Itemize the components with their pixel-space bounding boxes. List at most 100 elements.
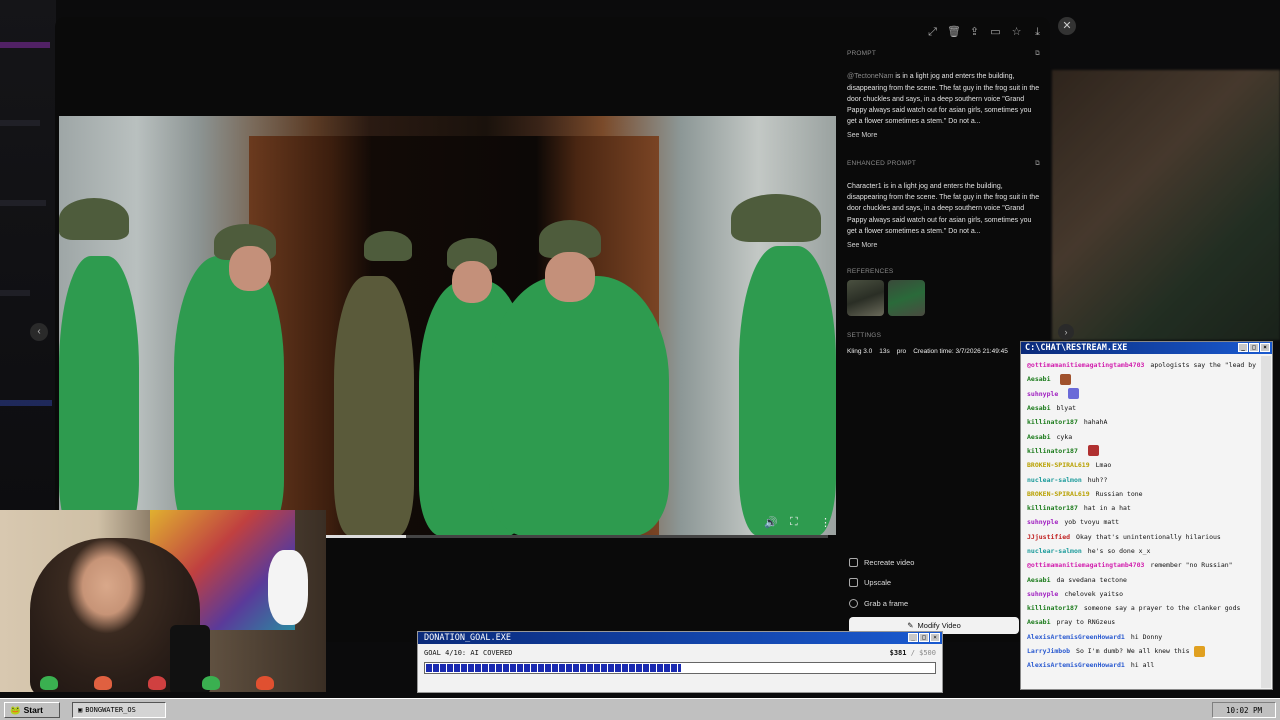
start-button[interactable]: 🐸 Start — [4, 702, 60, 718]
see-more-prompt[interactable]: See More — [847, 130, 1040, 141]
frog-soldier-large — [489, 276, 669, 535]
modal-toolbar: ⤢ 🗑 ⇪ ▭ ☆ ⤓ — [926, 26, 1044, 39]
donation-amount: $381 / $500 — [890, 649, 936, 657]
see-more-enhanced[interactable]: See More — [847, 240, 1040, 251]
more-icon[interactable]: ⋮ — [820, 516, 831, 529]
expand-icon[interactable]: ⤢ — [926, 26, 939, 39]
fullscreen-icon[interactable]: ⛶ — [790, 516, 798, 529]
prompt-body: is in a light jog and enters the buildin… — [847, 73, 1040, 126]
donation-target: / $500 — [906, 649, 936, 657]
chat-username[interactable]: LarryJimbob — [1027, 647, 1070, 655]
taskbar-item[interactable]: ▣ BONGWATER_OS — [72, 702, 166, 718]
folder-icon[interactable]: ▭ — [989, 26, 1002, 39]
trash-icon[interactable]: 🗑 — [947, 26, 961, 39]
chat-username[interactable]: nuclear-salmon — [1027, 547, 1082, 555]
close-window-button[interactable]: × — [930, 633, 940, 642]
chat-message: killinator187 hat in a hat — [1027, 501, 1258, 515]
chat-message: Aesabi cyka — [1027, 429, 1258, 443]
setting-model: Kling 3.0 — [847, 347, 873, 355]
chat-username[interactable]: AlexisArtemisGreenHoward1 — [1027, 633, 1125, 641]
grab-frame-button[interactable]: Grab a frame — [849, 593, 914, 614]
chat-username[interactable]: JJjustified — [1027, 533, 1070, 541]
chat-message: suhnyple chelovek yaitso — [1027, 587, 1258, 601]
chat-text: Russian tone — [1095, 489, 1143, 498]
chat-text: apologists say the "lead by a pig story"… — [1150, 361, 1258, 370]
setting-tier: pro — [896, 347, 907, 355]
minimize-button[interactable]: _ — [1238, 343, 1248, 352]
webcam-overlay — [0, 510, 326, 692]
chat-username[interactable]: BROKEN-SPIRAL619 — [1027, 461, 1090, 469]
setting-duration: 13s — [879, 347, 890, 355]
download-icon[interactable]: ⤓ — [1031, 26, 1044, 39]
chat-username[interactable]: Aesabi — [1027, 433, 1050, 441]
close-window-button[interactable]: × — [1260, 343, 1270, 352]
maximize-button[interactable]: □ — [919, 633, 929, 642]
chat-username[interactable]: Aesabi — [1027, 404, 1050, 412]
chat-username[interactable]: AlexisArtemisGreenHoward1 — [1027, 661, 1125, 669]
chat-username[interactable]: BROKEN-SPIRAL619 — [1027, 490, 1090, 498]
volume-icon[interactable]: 🔊 — [764, 516, 778, 529]
helmet — [731, 194, 821, 242]
chat-username[interactable]: suhnyple — [1027, 590, 1058, 598]
donation-title-bar[interactable]: DONATION_GOAL.EXE _ □ × — [418, 632, 942, 644]
chat-text: blyat — [1056, 404, 1077, 413]
frog-soldier — [59, 256, 139, 535]
video-progress-bar[interactable] — [326, 535, 828, 538]
previous-button[interactable]: ‹ — [30, 323, 48, 341]
upscale-button[interactable]: Upscale — [849, 573, 914, 594]
chat-emote-icon — [1087, 445, 1099, 457]
chat-username[interactable]: killinator187 — [1027, 604, 1078, 612]
prompt-heading-row: PROMPT ⧉ — [847, 48, 1040, 59]
chat-message: Aesabi da svedana tectone — [1027, 572, 1258, 586]
chat-username[interactable]: Aesabi — [1027, 618, 1050, 626]
prompt-heading: PROMPT — [847, 50, 877, 57]
video-progress-fill — [326, 535, 407, 538]
close-button[interactable]: ✕ — [1058, 17, 1076, 35]
chat-username[interactable]: suhnyple — [1027, 518, 1058, 526]
recreate-video-button[interactable]: Recreate video — [849, 552, 914, 573]
video-player[interactable] — [59, 116, 836, 535]
grab-frame-icon — [849, 598, 858, 608]
background-thumbnail — [1052, 70, 1280, 340]
chat-username[interactable]: killinator187 — [1027, 504, 1078, 512]
chat-message: killinator187 — [1027, 444, 1258, 458]
chat-text: hi all — [1130, 661, 1155, 670]
helmet — [364, 231, 412, 261]
chat-username[interactable]: suhnyple — [1027, 390, 1058, 398]
chat-message: Aesabi — [1027, 372, 1258, 386]
copy-enhanced-prompt-icon[interactable]: ⧉ — [1035, 158, 1040, 169]
settings-heading-row: SETTINGS — [847, 330, 1040, 341]
chat-username[interactable]: killinator187 — [1027, 418, 1078, 426]
chat-username[interactable]: killinator187 — [1027, 447, 1078, 455]
chat-text: chelovek yaitso — [1064, 589, 1124, 598]
copy-prompt-icon[interactable]: ⧉ — [1035, 48, 1040, 59]
grab-frame-label: Grab a frame — [864, 598, 909, 608]
window-icon: ▣ — [78, 706, 83, 714]
recreate-label: Recreate video — [864, 557, 915, 567]
share-icon[interactable]: ⇪ — [968, 26, 981, 39]
chat-text: remember "no Russian" — [1150, 561, 1233, 570]
chat-username[interactable]: nuclear-salmon — [1027, 476, 1082, 484]
chat-username[interactable]: @ottimamanitiemagatingtamb4703 — [1027, 361, 1144, 369]
reference-thumbnail[interactable] — [847, 280, 884, 317]
chat-scrollbar[interactable] — [1261, 356, 1271, 688]
video-actions: Recreate video Upscale Grab a frame — [849, 552, 914, 614]
chat-message: nuclear-salmon huh?? — [1027, 472, 1258, 486]
enhanced-prompt-heading: ENHANCED PROMPT — [847, 159, 917, 167]
chat-message: JJjustified Okay that's unintentionally h… — [1027, 530, 1258, 544]
modify-video-label: Modify Video — [917, 621, 961, 630]
recreate-icon — [849, 557, 858, 567]
chat-username[interactable]: Aesabi — [1027, 576, 1050, 584]
minimize-button[interactable]: _ — [908, 633, 918, 642]
maximize-button[interactable]: □ — [1249, 343, 1259, 352]
reference-thumbnail[interactable] — [888, 280, 925, 317]
frog-emote — [94, 676, 112, 690]
taskbar-item-label: BONGWATER_OS — [85, 706, 136, 714]
chat-title-bar[interactable]: C:\CHAT\RESTREAM.EXE _ □ × — [1021, 342, 1272, 354]
next-button[interactable]: › — [1058, 324, 1074, 340]
chat-username[interactable]: @ottimamanitiemagatingtamb4703 — [1027, 561, 1144, 569]
star-icon[interactable]: ☆ — [1010, 26, 1023, 39]
face — [452, 261, 492, 303]
chat-username[interactable]: Aesabi — [1027, 375, 1050, 383]
donation-window-buttons: _ □ × — [908, 633, 940, 642]
